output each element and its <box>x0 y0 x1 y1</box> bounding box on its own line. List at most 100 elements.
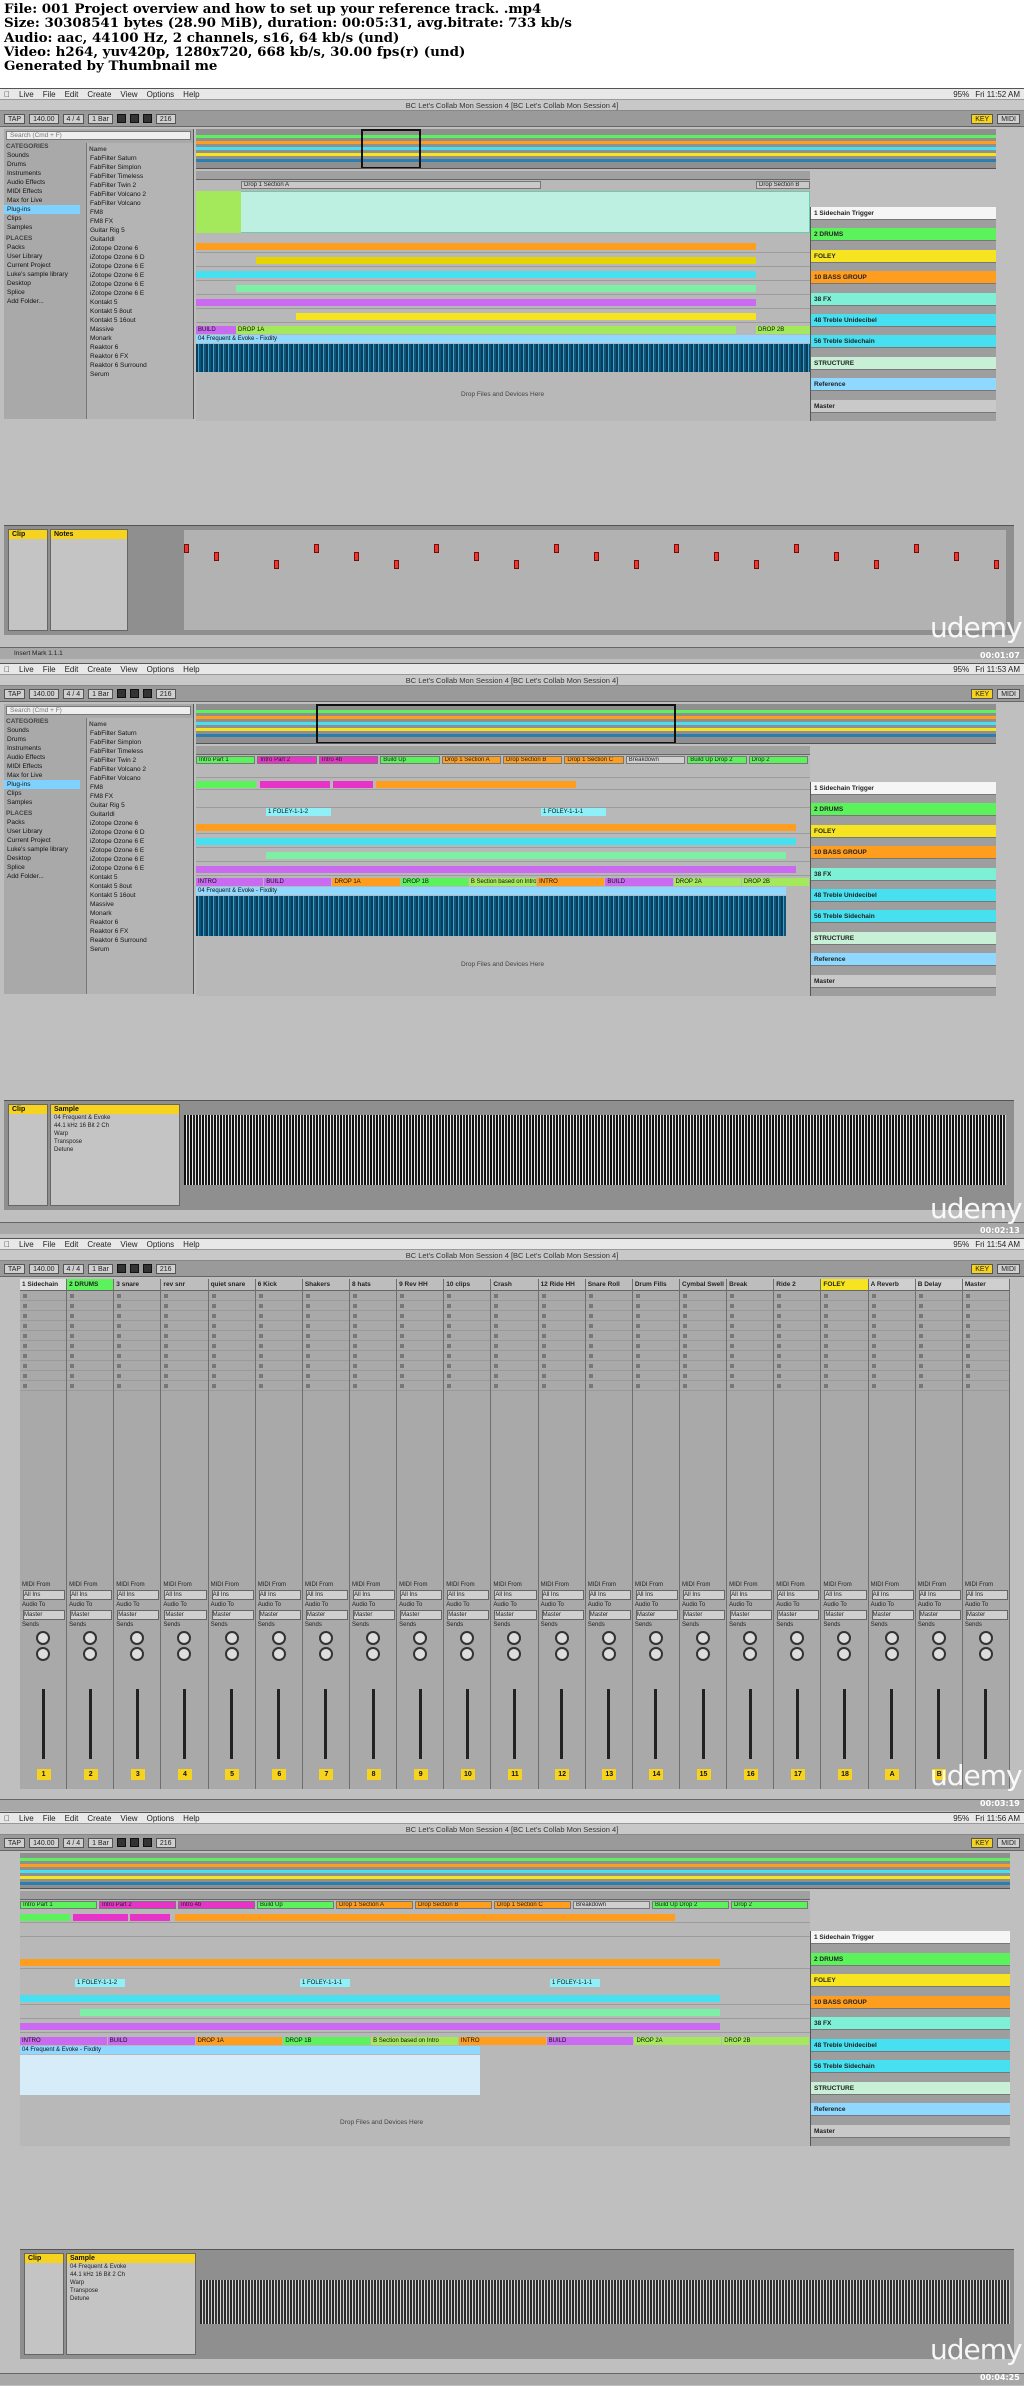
clip-slot[interactable] <box>350 1371 397 1381</box>
track-activator[interactable]: A <box>885 1769 900 1780</box>
clip-slot[interactable] <box>491 1331 538 1341</box>
clip-slot[interactable] <box>538 1341 585 1351</box>
scene-locator[interactable]: Drop Section B <box>415 1901 492 1909</box>
volume-fader[interactable] <box>230 1689 234 1759</box>
track-header[interactable]: 38 FX <box>811 2017 1010 2030</box>
clip-slot[interactable] <box>821 1301 868 1311</box>
place-item[interactable]: Current Project <box>4 261 80 270</box>
clip-slot[interactable] <box>255 1291 302 1301</box>
midi-note[interactable] <box>954 552 959 561</box>
scene-locator[interactable]: Build Up <box>257 1901 334 1909</box>
clip-slot[interactable] <box>302 1301 349 1311</box>
track-activator[interactable]: 15 <box>696 1769 711 1780</box>
clip-slot[interactable] <box>915 1381 962 1391</box>
plugin-item[interactable]: iZotope Ozone 6 E <box>87 289 193 298</box>
clip-slot[interactable] <box>915 1291 962 1301</box>
send-a-knob[interactable] <box>837 1631 852 1645</box>
category-item[interactable]: Sounds <box>4 726 80 735</box>
category-item[interactable]: Audio Effects <box>4 178 80 187</box>
clip-slot[interactable] <box>67 1331 114 1341</box>
volume-fader[interactable] <box>560 1689 564 1759</box>
section-label[interactable]: B Section based on Intro <box>468 878 537 886</box>
plugin-item[interactable]: Massive <box>87 325 193 334</box>
clip-slot[interactable] <box>821 1361 868 1371</box>
clip-slot[interactable] <box>350 1361 397 1371</box>
output-menu[interactable]: Master <box>447 1610 490 1620</box>
section-label[interactable]: INTRO <box>458 2037 546 2045</box>
channel-name[interactable]: Ride 2 <box>774 1279 821 1291</box>
clip-slot[interactable] <box>350 1301 397 1311</box>
all-ins-menu[interactable]: All Ins <box>730 1590 773 1600</box>
clip-slot[interactable] <box>821 1341 868 1351</box>
midi-note[interactable] <box>914 544 919 553</box>
clip-slot[interactable] <box>208 1331 255 1341</box>
scene-locator[interactable]: Intro Part 2 <box>257 756 317 764</box>
plugin-item[interactable]: Reaktor 6 FX <box>87 927 193 936</box>
menu-create[interactable]: Create <box>87 665 111 674</box>
menu-file[interactable]: File <box>43 1814 56 1823</box>
clip-slot[interactable] <box>727 1381 774 1391</box>
clip-slot[interactable] <box>632 1301 679 1311</box>
clip-slot[interactable] <box>585 1341 632 1351</box>
channel-name[interactable]: FOLEY <box>821 1279 868 1291</box>
section-label[interactable]: BUILD <box>107 2037 195 2045</box>
menu-edit[interactable]: Edit <box>65 665 79 674</box>
clip-slot[interactable] <box>255 1381 302 1391</box>
scene-locator[interactable]: Build Up Drop 2 <box>652 1901 729 1909</box>
menu-file[interactable]: File <box>43 665 56 674</box>
plugin-item[interactable]: Kontakt 5 8out <box>87 307 193 316</box>
plugin-item[interactable]: FabFilter Saturn <box>87 729 193 738</box>
clip-slot[interactable] <box>632 1291 679 1301</box>
track-header[interactable]: STRUCTURE <box>811 356 996 370</box>
scene-locator[interactable]: Build Up Drop 2 <box>687 756 747 764</box>
category-item[interactable]: Drums <box>4 735 80 744</box>
track-header[interactable]: 56 Treble Sidechain <box>811 2060 1010 2073</box>
send-a-knob[interactable] <box>790 1631 805 1645</box>
category-item[interactable]: Audio Effects <box>4 753 80 762</box>
clip-slot[interactable] <box>20 1371 67 1381</box>
track-header[interactable]: 10 BASS GROUP <box>811 271 996 285</box>
section-label[interactable]: INTRO <box>20 2037 107 2045</box>
midi-note[interactable] <box>434 544 439 553</box>
plugin-item[interactable]: Kontakt 5 <box>87 873 193 882</box>
output-menu[interactable]: Master <box>730 1610 773 1620</box>
clip-slot[interactable] <box>255 1321 302 1331</box>
section-drop-1a[interactable]: DROP 1A <box>236 326 736 334</box>
plugin-item[interactable]: Reaktor 6 FX <box>87 352 193 361</box>
clip-slot[interactable] <box>868 1361 915 1371</box>
clip-slot[interactable] <box>397 1371 444 1381</box>
clip-slot[interactable] <box>302 1321 349 1331</box>
midi-note[interactable] <box>594 552 599 561</box>
apple-icon[interactable]:  <box>4 90 10 99</box>
key-map-button[interactable]: KEY <box>971 113 994 124</box>
clip-slot[interactable] <box>161 1301 208 1311</box>
position-field[interactable]: 216 <box>155 1263 176 1274</box>
channel-name[interactable]: Cymbal Swell <box>680 1279 727 1291</box>
channel-name[interactable]: 6 Kick <box>255 1279 302 1291</box>
send-b-knob[interactable] <box>460 1647 475 1661</box>
tempo-field[interactable]: 140.00 <box>29 113 59 124</box>
clip-slot[interactable] <box>255 1371 302 1381</box>
all-ins-menu[interactable]: All Ins <box>777 1590 820 1600</box>
output-menu[interactable]: Master <box>965 1610 1008 1620</box>
midi-map-button[interactable]: MIDI <box>997 1837 1020 1848</box>
clip-slot[interactable] <box>632 1321 679 1331</box>
clip-slot[interactable] <box>302 1311 349 1321</box>
plugin-item[interactable]: iZotope Ozone 6 E <box>87 262 193 271</box>
beat-ruler[interactable] <box>196 171 810 180</box>
clip-slot[interactable] <box>302 1341 349 1351</box>
section-label[interactable]: DROP 2B <box>722 2037 809 2045</box>
clip-slot[interactable] <box>114 1381 161 1391</box>
send-a-knob[interactable] <box>366 1631 381 1645</box>
midi-note[interactable] <box>754 560 759 569</box>
clip-slot[interactable] <box>585 1351 632 1361</box>
plugin-item[interactable]: Serum <box>87 370 193 379</box>
track-header[interactable]: 1 Sidechain Trigger <box>811 782 996 795</box>
meter-field[interactable]: 4 / 4 <box>62 688 85 699</box>
clip-slot[interactable] <box>491 1301 538 1311</box>
section-label[interactable]: DROP 2B <box>741 878 809 886</box>
track-header[interactable]: 48 Treble Unidecibel <box>811 314 996 327</box>
section-label[interactable]: DROP 1A <box>195 2037 283 2045</box>
plugin-item[interactable]: Monark <box>87 334 193 343</box>
clip-slot[interactable] <box>444 1331 491 1341</box>
